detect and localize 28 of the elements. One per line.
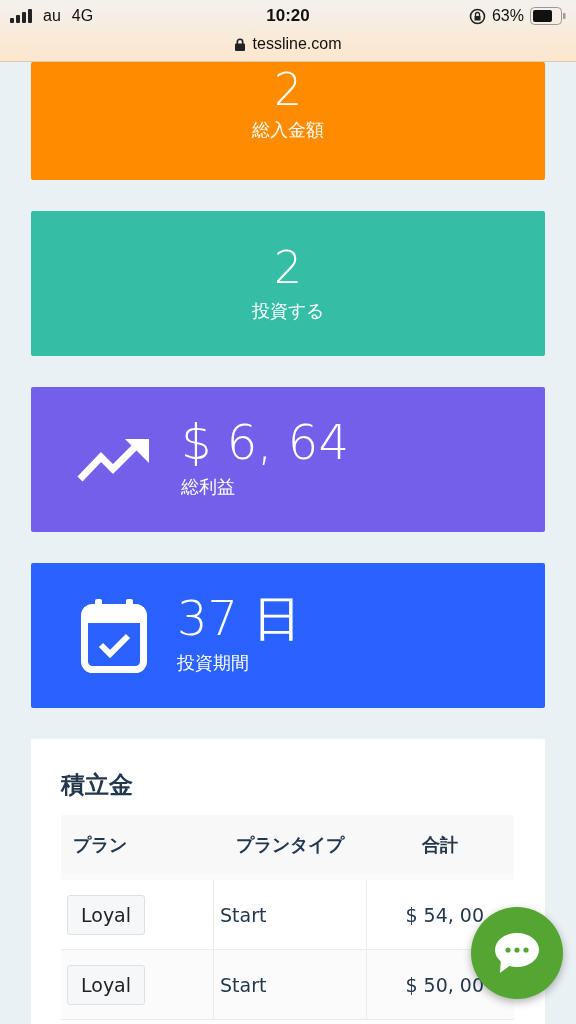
stat-label: 総利益 bbox=[181, 474, 236, 499]
clock-time: 10:20 bbox=[266, 6, 310, 26]
page-url[interactable]: tessline.com bbox=[252, 35, 342, 53]
network-type: 4G bbox=[71, 7, 94, 25]
table-cell: Start bbox=[213, 949, 367, 1020]
plan-tag: Loyal bbox=[67, 964, 146, 1005]
battery-percent: 63% bbox=[491, 7, 524, 25]
stat-label: 総入金額 bbox=[252, 118, 324, 143]
column-header: 合計 bbox=[366, 815, 514, 877]
carrier-name: au bbox=[43, 7, 61, 25]
calendar-check-icon bbox=[81, 598, 147, 673]
column-header: プランタイプ bbox=[213, 815, 367, 877]
stat-value: 37 日 bbox=[177, 592, 302, 645]
rotation-lock-icon bbox=[468, 7, 486, 25]
panel-title: 積立金 bbox=[61, 770, 134, 801]
stat-label: 投資期間 bbox=[177, 650, 250, 675]
stat-value: $ 6, 64 bbox=[181, 416, 349, 469]
stat-value: 2 bbox=[274, 66, 302, 115]
stat-value: 2 bbox=[274, 244, 302, 293]
stat-label: 投資する bbox=[252, 298, 324, 323]
battery-icon bbox=[530, 7, 566, 25]
trend-up-icon bbox=[77, 436, 151, 483]
column-header: プラン bbox=[61, 815, 214, 877]
lock-icon bbox=[234, 37, 245, 51]
table-cell: Start bbox=[213, 877, 367, 950]
chat-bubble-icon bbox=[494, 932, 540, 974]
signal-icon bbox=[10, 9, 32, 23]
plan-tag: Loyal bbox=[67, 894, 146, 935]
